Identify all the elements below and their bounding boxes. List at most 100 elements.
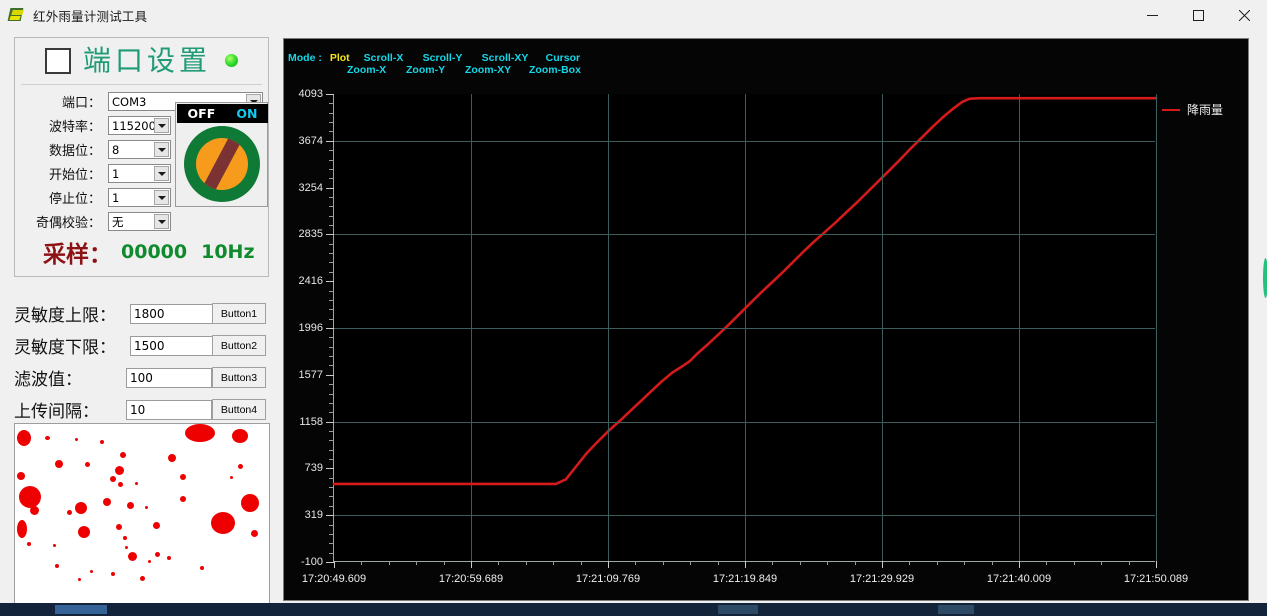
droplet-mark bbox=[19, 486, 41, 508]
y-axis-tick bbox=[326, 562, 334, 563]
parameter-input[interactable]: 10 bbox=[126, 399, 212, 420]
taskbar-item[interactable] bbox=[55, 605, 107, 614]
mode-item-cursor[interactable]: Cursor bbox=[546, 52, 608, 64]
y-axis-tick-label: -100 bbox=[300, 556, 323, 568]
droplet-mark bbox=[125, 546, 128, 549]
x-axis-minor-tick bbox=[992, 561, 993, 565]
parameter-label: 灵敏度下限： bbox=[14, 338, 116, 358]
y-axis-minor-tick bbox=[329, 122, 334, 123]
x-axis-minor-tick bbox=[416, 561, 417, 565]
droplet-mark bbox=[128, 552, 137, 561]
y-axis-tick-label: 739 bbox=[304, 462, 323, 474]
maximize-button[interactable] bbox=[1175, 0, 1221, 30]
droplet-mark bbox=[230, 476, 233, 479]
field-combobox[interactable]: 1 bbox=[108, 188, 171, 207]
y-axis-minor-tick bbox=[329, 394, 334, 395]
droplet-mark bbox=[75, 502, 87, 514]
field-label: 停止位： bbox=[48, 192, 101, 207]
y-axis-tick-label: 3254 bbox=[298, 182, 323, 194]
mode-item-zoom-x[interactable]: Zoom-X bbox=[347, 64, 406, 76]
y-axis-minor-tick bbox=[329, 506, 334, 507]
droplet-mark bbox=[118, 482, 123, 487]
chevron-down-icon[interactable] bbox=[154, 166, 169, 181]
mode-item-scroll-xy[interactable]: Scroll-XY bbox=[482, 52, 546, 64]
droplet-mark bbox=[140, 576, 145, 581]
x-axis-minor-tick bbox=[800, 561, 801, 565]
parameter-label: 灵敏度上限： bbox=[14, 306, 116, 326]
y-axis-tick-label: 1996 bbox=[298, 322, 323, 334]
y-axis-minor-tick bbox=[329, 300, 334, 301]
plot-area[interactable]: 4093 3674 3254 2835 2416 1996 1577 1158 739 319 -1… bbox=[299, 88, 1189, 585]
right-strip bbox=[1249, 30, 1267, 616]
mode-item-scroll-y[interactable]: Scroll-Y bbox=[423, 52, 482, 64]
y-axis-minor-tick bbox=[329, 534, 334, 535]
y-axis-minor-tick bbox=[329, 450, 334, 451]
sampling-status: 采样： 00000 10Hz bbox=[15, 236, 268, 268]
parameter-button[interactable]: Button4 bbox=[212, 399, 266, 420]
taskbar-item[interactable] bbox=[718, 605, 758, 614]
chevron-down-icon[interactable] bbox=[154, 190, 169, 205]
app-icon bbox=[7, 6, 26, 24]
parameter-input[interactable]: 1500 bbox=[130, 335, 213, 356]
parameter-button[interactable]: Button2 bbox=[212, 335, 266, 356]
y-axis-minor-tick bbox=[329, 525, 334, 526]
port-settings-checkbox[interactable] bbox=[45, 47, 71, 74]
mode-item-plot[interactable]: Plot bbox=[330, 52, 350, 64]
left-panel: 端口设置 端口： COM3 波特率： 115200 数据位： 8 开始位： 1 停止位： 1 奇偶校… bbox=[0, 30, 283, 616]
droplet-mark bbox=[111, 572, 115, 576]
field-combobox[interactable]: 115200 bbox=[108, 116, 171, 135]
rotary-knob-icon[interactable] bbox=[183, 126, 260, 202]
parameter-input[interactable]: 1800 bbox=[130, 303, 213, 324]
chevron-down-icon[interactable] bbox=[154, 214, 169, 229]
x-axis-tick-label: 17:21:50.089 bbox=[1123, 573, 1189, 585]
x-axis-minor-tick bbox=[855, 561, 856, 565]
field-combobox[interactable]: 1 bbox=[108, 164, 171, 183]
chevron-down-icon[interactable] bbox=[154, 118, 169, 133]
mode-item-scroll-x[interactable]: Scroll-X bbox=[364, 52, 423, 64]
droplet-mark bbox=[251, 530, 258, 537]
power-switch-widget[interactable]: OFF ON bbox=[175, 102, 268, 207]
x-axis-minor-tick bbox=[1074, 561, 1075, 565]
minimize-button[interactable] bbox=[1129, 0, 1175, 30]
y-axis-minor-tick bbox=[329, 365, 334, 366]
parameter-button[interactable]: Button3 bbox=[212, 367, 266, 388]
taskbar[interactable] bbox=[0, 603, 1267, 616]
field-label: 波特率： bbox=[48, 120, 101, 135]
mode-item-zoom-box[interactable]: Zoom-Box bbox=[529, 64, 591, 76]
y-axis-tick bbox=[326, 328, 334, 329]
droplet-mark bbox=[17, 472, 25, 480]
y-axis-minor-tick bbox=[329, 543, 334, 544]
y-axis-minor-tick bbox=[329, 272, 334, 273]
droplet-mark bbox=[75, 438, 78, 441]
droplet-mark bbox=[153, 522, 160, 529]
taskbar-item[interactable] bbox=[938, 605, 974, 614]
x-axis-tick bbox=[608, 561, 609, 568]
window-title: 红外雨量计测试工具 bbox=[33, 8, 148, 24]
droplet-mark bbox=[17, 430, 31, 446]
mode-item-zoom-y[interactable]: Zoom-Y bbox=[406, 64, 465, 76]
parameter-input[interactable]: 100 bbox=[126, 367, 212, 388]
legend-label: 降雨量 bbox=[1187, 103, 1224, 117]
x-axis-minor-tick bbox=[772, 561, 773, 565]
mode-item-zoom-xy[interactable]: Zoom-XY bbox=[465, 64, 529, 76]
y-axis-minor-tick bbox=[329, 319, 334, 320]
y-axis-minor-tick bbox=[329, 262, 334, 263]
field-label: 端口： bbox=[61, 96, 101, 111]
y-axis-minor-tick bbox=[329, 169, 334, 170]
y-axis-minor-tick bbox=[329, 160, 334, 161]
parameter-rows: 灵敏度上限： 1800 Button1 灵敏度下限： 1500 Button2 滤波值： 10… bbox=[0, 302, 283, 430]
y-axis-tick bbox=[326, 94, 334, 95]
close-button[interactable] bbox=[1221, 0, 1267, 30]
chevron-down-icon[interactable] bbox=[154, 142, 169, 157]
droplet-mark bbox=[67, 510, 72, 515]
field-combobox[interactable]: 8 bbox=[108, 140, 171, 159]
y-axis-tick bbox=[326, 234, 334, 235]
y-axis-minor-tick bbox=[329, 440, 334, 441]
parameter-button[interactable]: Button1 bbox=[212, 303, 266, 324]
x-axis-tick bbox=[334, 561, 335, 568]
field-combobox[interactable]: 无 bbox=[108, 212, 171, 231]
y-axis-minor-tick bbox=[329, 487, 334, 488]
droplet-mark bbox=[168, 454, 176, 462]
droplet-mark bbox=[103, 498, 111, 506]
grid-line-vertical bbox=[608, 94, 609, 561]
